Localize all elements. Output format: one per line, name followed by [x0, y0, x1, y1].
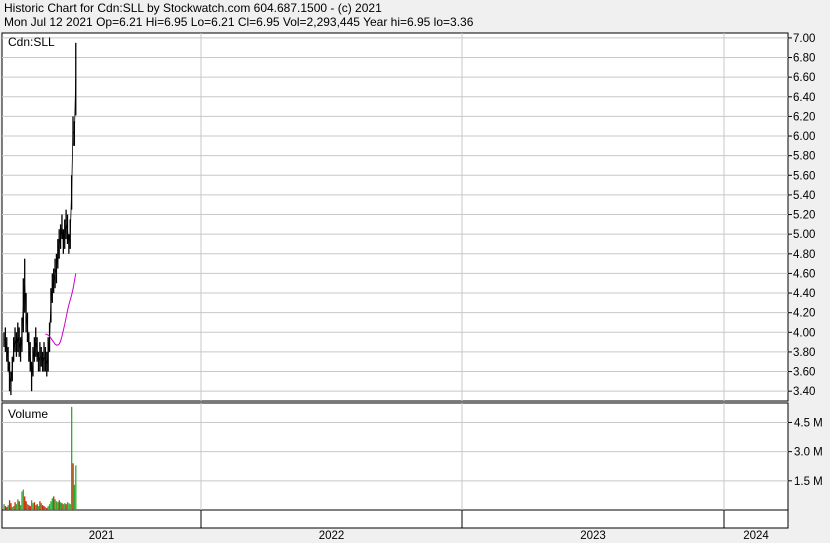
- y-tick-label: 6.00: [793, 131, 815, 143]
- volume-bar: [31, 500, 33, 510]
- volume-bar: [24, 496, 26, 510]
- y-tick-label: 3.60: [793, 367, 815, 379]
- volume-bar: [13, 506, 15, 510]
- volume-bar: [72, 463, 74, 510]
- y-tick-label: 3.40: [793, 386, 815, 398]
- volume-bar: [54, 499, 56, 510]
- volume-bar: [46, 508, 48, 510]
- volume-bar: [65, 504, 67, 510]
- y-tick-label: 6.80: [793, 53, 815, 65]
- y-tick-label: 4.00: [793, 327, 815, 339]
- volume-bar: [14, 502, 16, 510]
- y-tick-label: 4.60: [793, 268, 815, 280]
- chart-frame: [1, 32, 789, 529]
- y-tick-label: 5.80: [793, 151, 815, 163]
- volume-bar: [39, 501, 41, 510]
- x-tick-label: 2023: [580, 530, 606, 542]
- volume-bar: [61, 503, 63, 510]
- volume-bar: [71, 406, 73, 510]
- volume-bar: [58, 500, 60, 510]
- y-tick-label: 5.00: [793, 229, 815, 241]
- volume-bar: [68, 503, 70, 510]
- volume-bar: [18, 501, 20, 510]
- y-tick-label: 5.20: [793, 210, 815, 222]
- volume-bar: [59, 502, 62, 510]
- x-tick-label: 2024: [743, 530, 769, 542]
- volume-bar: [26, 504, 29, 510]
- volume-bar: [53, 496, 55, 510]
- volume-tick-label: 3.0 M: [794, 447, 823, 459]
- volume-bar: [75, 465, 77, 510]
- volume-bar: [11, 507, 13, 510]
- volume-bar: [44, 507, 47, 510]
- y-tick-label: 3.80: [793, 347, 815, 359]
- volume-bar: [22, 489, 25, 510]
- volume-bar: [57, 502, 59, 510]
- volume-panel-title: Volume: [8, 407, 48, 421]
- x-axis-band: [1, 509, 789, 529]
- volume-bar: [50, 501, 52, 510]
- volume-bar: [51, 498, 53, 510]
- volume-bar: [73, 484, 76, 510]
- y-tick-label: 6.20: [793, 111, 815, 123]
- y-tick-label: 5.40: [793, 190, 815, 202]
- volume-bar: [48, 504, 51, 510]
- x-tick-label: 2021: [89, 530, 115, 542]
- volume-bar: [69, 504, 71, 510]
- volume-bar: [37, 506, 40, 510]
- price-panel: [1, 32, 789, 402]
- price-panel-title: Cdn:SLL: [8, 35, 55, 49]
- y-tick-label: 4.20: [793, 308, 815, 320]
- volume-bar: [33, 502, 36, 510]
- volume-bar: [47, 506, 49, 510]
- stock-chart: 7.00 6.80 6.60 6.40 6.20 6.00 5.80 5.60 5.40 5.20…: [1, 32, 823, 542]
- y-tick-label: 4.80: [793, 249, 815, 261]
- volume-bar: [3, 504, 5, 510]
- volume-bar: [35, 505, 37, 510]
- y-tick-label: 5.60: [793, 170, 815, 182]
- volume-bar: [42, 505, 44, 510]
- y-tick-label: 7.00: [793, 33, 815, 45]
- volume-bar: [21, 491, 23, 510]
- volume-panel: [1, 402, 789, 511]
- volume-bar: [10, 503, 12, 510]
- volume-bar: [17, 499, 19, 510]
- volume-bar: [7, 505, 9, 510]
- volume-bar: [40, 503, 42, 510]
- volume-tick-label: 4.5 M: [794, 417, 823, 429]
- volume-bar: [8, 500, 11, 510]
- x-tick-label: 2022: [319, 530, 345, 542]
- volume-bar: [32, 503, 34, 510]
- volume-bar: [6, 507, 8, 510]
- volume-bar: [4, 506, 7, 510]
- volume-bar: [36, 504, 38, 510]
- volume-bar: [28, 505, 30, 510]
- volume-bar: [29, 506, 31, 510]
- volume-bar: [19, 505, 22, 510]
- volume-bar: [66, 502, 69, 510]
- y-tick-label: 6.60: [793, 72, 815, 84]
- volume-bar: [15, 504, 18, 510]
- y-tick-label: 6.40: [793, 92, 815, 104]
- volume-bar: [64, 503, 66, 510]
- y-tick-label: 4.40: [793, 288, 815, 300]
- volume-tick-label: 1.5 M: [794, 476, 823, 488]
- volume-bar: [62, 504, 65, 510]
- volume-bar: [25, 501, 27, 510]
- volume-bar: [55, 501, 58, 510]
- volume-bar: [43, 506, 45, 510]
